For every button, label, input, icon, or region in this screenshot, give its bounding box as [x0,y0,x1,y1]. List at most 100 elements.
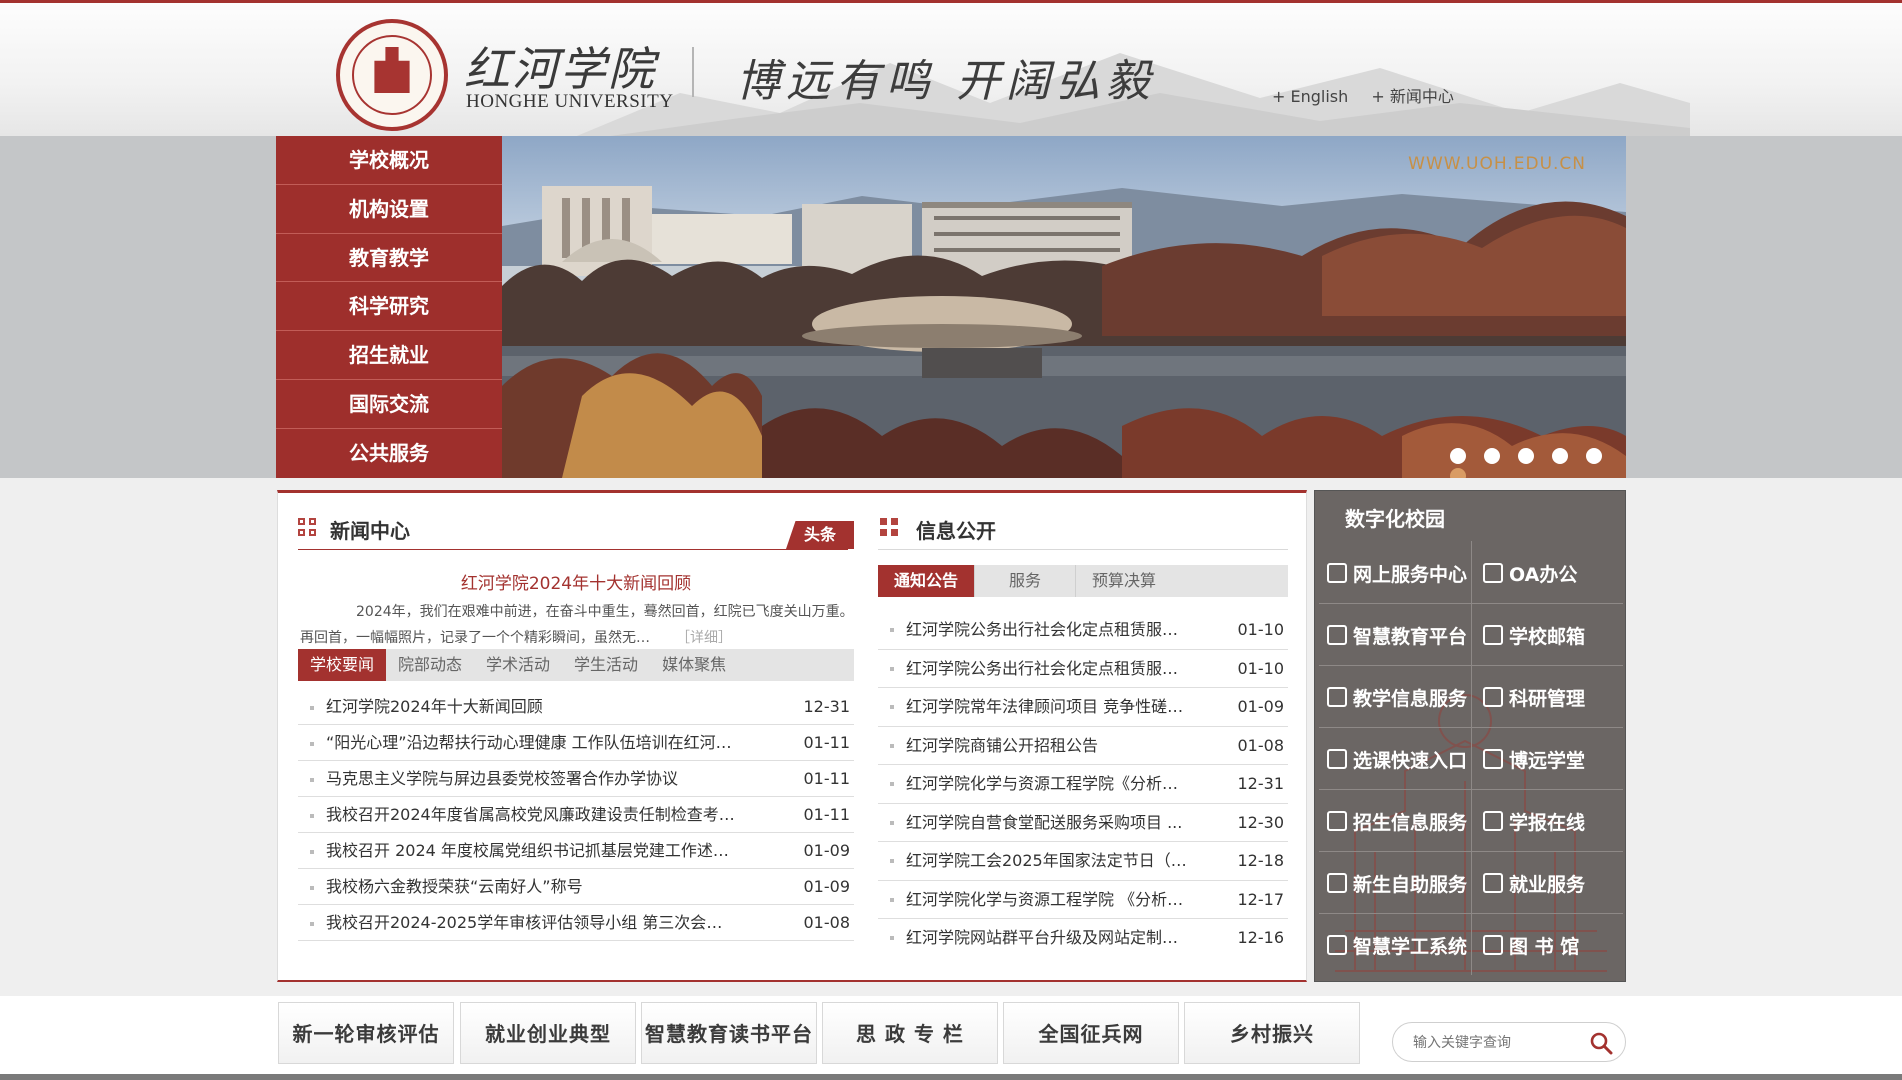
news-center-title: 新闻中心 [330,519,410,543]
smart-education-button[interactable]: 智慧教育平台 [1319,607,1469,663]
list-item[interactable]: 马克思主义学院与屏边县委党校签署合作办学协议 01-11 [298,761,854,797]
headline-summary: 2024年，我们在艰难中前进，在奋斗中重生，蓦然回首，红院已飞度关山万重。再回首… [300,599,856,651]
list-item[interactable]: 红河学院网站群平台升级及网站定制改... 12-16 [878,919,1288,958]
details-link[interactable]: ［详细］ [676,630,732,646]
list-item[interactable]: 红河学院化学与资源工程学院 《分析化... 12-17 [878,881,1288,919]
english-link[interactable]: + English [1272,87,1348,106]
grid-divider [1319,603,1623,604]
list-icon [1327,749,1347,769]
school-mail-button[interactable]: 学校邮箱 [1475,607,1625,663]
slider-dot[interactable] [1586,448,1603,464]
info-list: 红河学院公务出行社会化定点租赁服务... 01-10 红河学院公务出行社会化定点租… [878,611,1288,958]
nav-item-admissions[interactable]: 招生就业 [276,331,502,380]
group-icon [1327,811,1347,831]
list-item[interactable]: 我校召开 2024 年度校属党组织书记抓基层党建工作述职评... 01-09 [298,833,854,869]
grid-icon [298,518,316,536]
campus-banner[interactable]: WWW.UOH.EDU.CN [502,136,1626,478]
grid-divider [1319,727,1623,728]
tab-academic[interactable]: 学术活动 [474,649,562,681]
news-divider [298,549,848,550]
school-name-cn: 红河学院 [464,42,656,96]
clipboard-icon [1327,935,1347,955]
nav-item-research[interactable]: 科学研究 [276,282,502,332]
online-service-center-button[interactable]: 网上服务中心 [1319,545,1469,601]
tab-media[interactable]: 媒体聚焦 [650,649,738,681]
tab-student[interactable]: 学生活动 [562,649,650,681]
header-divider [692,47,694,97]
boyuan-classroom-button[interactable]: 博远学堂 [1475,731,1625,787]
nav-item-overview[interactable]: 学校概况 [276,136,502,185]
course-selection-button[interactable]: 选课快速入口 [1319,731,1469,787]
monitor-icon [1483,811,1503,831]
info-divider [878,549,1288,550]
ideological-column-link[interactable]: 思 政 专 栏 [822,1002,998,1064]
teaching-info-button[interactable]: 教学信息服务 [1319,669,1469,725]
grid-divider [1319,851,1623,852]
admissions-info-button[interactable]: 招生信息服务 [1319,793,1469,849]
cloud-icon [1327,625,1347,645]
list-item[interactable]: 红河学院公务出行社会化定点租赁服务... 01-10 [878,650,1288,688]
tab-college-news[interactable]: 院部动态 [386,649,474,681]
list-item[interactable]: 红河学院2024年十大新闻回顾 12-31 [298,689,854,725]
nav-item-departments[interactable]: 机构设置 [276,185,502,234]
rural-revitalization-link[interactable]: 乡村振兴 [1184,1002,1360,1064]
flask-icon [1483,687,1503,707]
grid-divider [1319,665,1623,666]
grid-icon [880,518,898,536]
slider-dot[interactable] [1518,448,1535,464]
check-icon [1483,873,1503,893]
headline-title[interactable]: 红河学院2024年十大新闻回顾 [298,569,854,594]
list-item[interactable]: 我校召开2024-2025学年审核评估领导小组 第三次会议暨202...01-0… [298,905,854,941]
board-icon [1483,749,1503,769]
mail-icon [1483,625,1503,645]
university-seal-logo[interactable] [336,19,448,131]
school-motto: 博远有鸣 开阔弘毅 [736,56,1156,107]
journal-online-button[interactable]: 学报在线 [1475,793,1625,849]
employment-service-button[interactable]: 就业服务 [1475,855,1625,911]
site-header: 红河学院 HONGHE UNIVERSITY 博远有鸣 开阔弘毅 + Engli… [0,0,1902,136]
research-management-button[interactable]: 科研管理 [1475,669,1625,725]
document-icon [1483,563,1503,583]
top-links: + English + 新闻中心 [1272,83,1472,107]
list-item[interactable]: 我校杨六金教授荣获“云南好人”称号 01-09 [298,869,854,905]
list-item[interactable]: 红河学院常年法律顾问项目 竞争性磋商... 01-09 [878,688,1288,727]
slider-dot-active[interactable] [1450,468,1466,478]
nav-item-international[interactable]: 国际交流 [276,380,502,429]
grid-divider [1319,913,1623,914]
slider-dot[interactable] [1450,448,1466,464]
search-icon[interactable] [1589,1031,1613,1055]
list-item[interactable]: 红河学院商铺公开招租公告 01-08 [878,727,1288,765]
digital-campus-title: 数字化校园 [1345,507,1445,531]
info-title: 信息公开 [916,519,996,543]
audit-evaluation-link[interactable]: 新一轮审核评估 [278,1002,454,1064]
employment-examples-link[interactable]: 就业创业典型 [460,1002,636,1064]
news-tabs: 学校要闻 院部动态 学术活动 学生活动 媒体聚焦 [298,649,854,681]
library-icon [1483,935,1503,955]
freshman-self-service-button[interactable]: 新生自助服务 [1319,855,1469,911]
nav-item-public-service[interactable]: 公共服务 [276,429,502,478]
person-icon [1327,563,1347,583]
list-item[interactable]: 红河学院公务出行社会化定点租赁服务... 01-10 [878,611,1288,650]
grid-divider [1319,789,1623,790]
smart-student-affairs-button[interactable]: 智慧学工系统 [1319,917,1469,973]
reading-platform-link[interactable]: 智慧教育读书平台 [641,1002,817,1064]
tab-services[interactable]: 服务 [974,565,1077,597]
news-center-link[interactable]: + 新闻中心 [1371,87,1454,106]
tab-school-news[interactable]: 学校要闻 [298,649,387,681]
headline-tag: 头条 [786,521,854,549]
nav-item-education[interactable]: 教育教学 [276,234,502,283]
search-input[interactable] [1413,1032,1583,1054]
tab-notices[interactable]: 通知公告 [878,565,975,597]
slider-dot[interactable] [1484,448,1501,464]
list-item[interactable]: “阳光心理”沿边帮扶行动心理健康 工作队伍培训在红河学... 01-11 [298,725,854,761]
search-box [1392,1022,1626,1062]
library-button[interactable]: 图 书 馆 [1475,917,1625,973]
tab-budget[interactable]: 预算决算 [1076,565,1172,597]
national-recruitment-link[interactable]: 全国征兵网 [1003,1002,1179,1064]
oa-office-button[interactable]: OA办公 [1475,545,1625,601]
list-item[interactable]: 红河学院工会2025年国家法定节日（元... 12-18 [878,842,1288,881]
list-item[interactable]: 我校召开2024年度省属高校党风廉政建设责任制检查考核等... 01-11 [298,797,854,833]
list-item[interactable]: 红河学院化学与资源工程学院《分析化... 12-31 [878,765,1288,804]
slider-dot[interactable] [1552,448,1569,464]
list-item[interactable]: 红河学院自营食堂配送服务采购项目 ... 12-30 [878,804,1288,842]
